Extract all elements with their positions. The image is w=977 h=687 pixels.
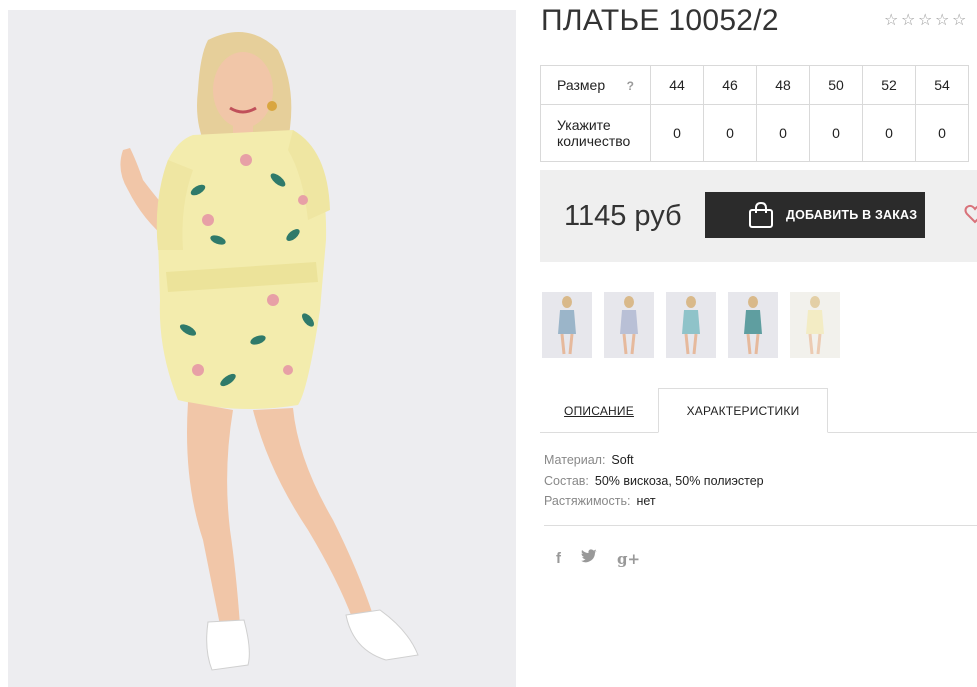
heart-icon[interactable]: [964, 203, 977, 230]
thumbnail[interactable]: [728, 292, 778, 358]
size-cell: 52: [862, 65, 916, 105]
property-value: Soft: [611, 453, 634, 467]
facebook-icon[interactable]: f: [556, 549, 561, 569]
add-to-order-button[interactable]: ДОБАВИТЬ В ЗАКАЗ: [705, 192, 925, 238]
size-row: Размер ? 44 46 48 50 52 54: [540, 65, 969, 105]
size-cell: 54: [915, 65, 969, 105]
star-icon[interactable]: ☆: [884, 12, 900, 28]
property-key: Материал:: [544, 453, 606, 467]
tab-description[interactable]: ОПИСАНИЕ: [540, 388, 658, 433]
quantity-input[interactable]: 0: [704, 105, 756, 161]
shopping-bag-icon: [747, 201, 775, 234]
quantity-row: Укажите количество 0 0 0 0 0 0: [540, 104, 969, 162]
add-to-order-label: ДОБАВИТЬ В ЗАКАЗ: [786, 208, 918, 222]
tab-characteristics[interactable]: ХАРАКТЕРИСТИКИ: [658, 388, 828, 433]
size-cell: 48: [756, 65, 810, 105]
star-icon[interactable]: ☆: [935, 12, 951, 28]
star-icon[interactable]: ☆: [952, 12, 968, 28]
price: 1145 руб: [564, 200, 682, 232]
thumbnail[interactable]: [542, 292, 592, 358]
star-icon[interactable]: ☆: [918, 12, 934, 28]
social-share: f g+: [556, 549, 640, 569]
purchase-panel: 1145 руб ДОБАВИТЬ В ЗАКАЗ: [540, 170, 977, 262]
rating-stars[interactable]: ☆ ☆ ☆ ☆ ☆: [884, 12, 968, 28]
thumbnail-gallery: [542, 292, 840, 358]
size-label-cell: Размер ?: [540, 65, 651, 105]
size-table: Размер ? 44 46 48 50 52 54 Укажите колич…: [540, 65, 969, 162]
star-icon[interactable]: ☆: [901, 12, 917, 28]
thumbnail[interactable]: [666, 292, 716, 358]
size-label: Размер: [557, 77, 606, 93]
characteristics-list: Материал: Soft Состав: 50% вискоза, 50% по…: [544, 450, 764, 512]
product-tabs: ОПИСАНИЕ ХАРАКТЕРИСТИКИ: [540, 388, 977, 433]
list-item: Материал: Soft: [544, 450, 764, 471]
quantity-input[interactable]: 0: [916, 105, 968, 161]
list-item: Растяжимость: нет: [544, 491, 764, 512]
product-title: ПЛАТЬЕ 10052/2: [541, 4, 779, 37]
property-key: Состав:: [544, 473, 589, 488]
property-value: 50% вискоза, 50% полиэстер: [594, 473, 764, 488]
property-value: нет: [636, 494, 656, 508]
main-product-photo[interactable]: [8, 10, 516, 687]
quantity-input[interactable]: 0: [810, 105, 862, 161]
quantity-input[interactable]: 0: [757, 105, 809, 161]
thumbnail[interactable]: [604, 292, 654, 358]
quantity-input[interactable]: 0: [863, 105, 915, 161]
twitter-icon[interactable]: [581, 549, 597, 569]
help-icon[interactable]: ?: [627, 78, 634, 94]
size-cell: 44: [650, 65, 704, 105]
property-key: Растяжимость:: [544, 494, 631, 508]
size-cell: 50: [809, 65, 863, 105]
quantity-input[interactable]: 0: [651, 105, 703, 161]
divider: [544, 525, 977, 526]
size-cell: 46: [703, 65, 757, 105]
thumbnail[interactable]: [790, 292, 840, 358]
list-item: Состав: 50% вискоза, 50% полиэстер: [544, 471, 764, 492]
quantity-label: Укажите количество: [540, 104, 651, 162]
google-plus-icon[interactable]: g+: [617, 549, 640, 569]
